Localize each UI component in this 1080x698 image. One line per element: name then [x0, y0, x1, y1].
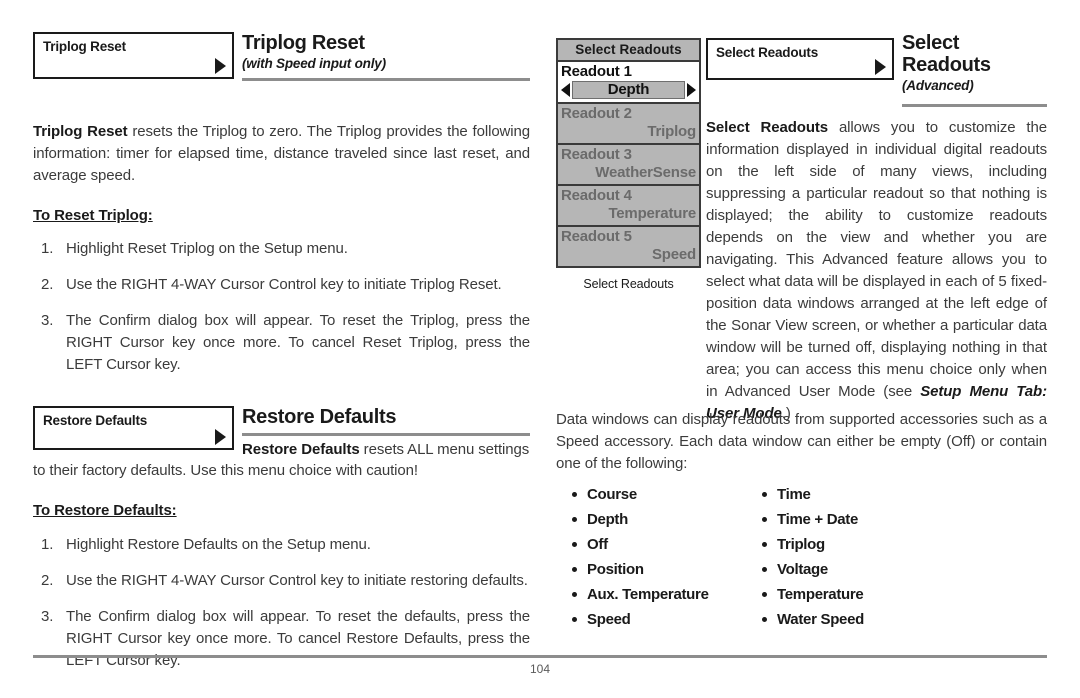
select-readouts-heading-group: Select Readouts (Advanced) — [902, 32, 1047, 94]
step-text: The Confirm dialog box will appear. To r… — [66, 312, 530, 373]
triplog-reset-heading-group: Triplog Reset (with Speed input only) — [242, 32, 530, 81]
para1-bold-lead: Select Readouts — [706, 119, 829, 136]
lcd-readout-row-3[interactable]: Readout 3 WeatherSense — [558, 145, 699, 186]
lcd-readout-row-4[interactable]: Readout 4 Temperature — [558, 186, 699, 227]
left-column: Triplog Reset Triplog Reset (with Speed … — [33, 32, 530, 672]
restore-defaults-heading-group: Restore Defaults Restore Defaults resets… — [242, 406, 530, 461]
section-subheading: (Advanced) — [902, 78, 974, 93]
menu-box-label: Select Readouts — [716, 45, 819, 60]
select-readouts-lcd-figure: Select Readouts Readout 1 Depth Readout … — [556, 38, 701, 291]
list-item: Water Speed — [760, 607, 950, 632]
step-text: Use the RIGHT 4-WAY Cursor Control key t… — [66, 572, 528, 589]
menu-box-label: Restore Defaults — [43, 413, 148, 428]
chevron-right-icon[interactable] — [687, 83, 696, 97]
lcd-readout-value: Temperature — [608, 205, 696, 222]
select-readouts-header: Select Readouts Select Readouts (Advance… — [706, 32, 1047, 104]
restore-defaults-intro-rest: to their factory defaults. Use this menu… — [33, 460, 530, 482]
select-readouts-paragraph-2: Data windows can display readouts from s… — [556, 409, 1047, 475]
list-item: Temperature — [760, 582, 950, 607]
step-text: Highlight Restore Defaults on the Setup … — [66, 536, 371, 553]
chevron-right-icon — [215, 58, 226, 74]
lcd-title: Select Readouts — [558, 40, 699, 62]
heading-divider — [242, 433, 530, 436]
step-text: The Confirm dialog box will appear. To r… — [66, 608, 530, 669]
intro-bold-lead: Restore Defaults — [242, 441, 360, 458]
lcd-readout-value: Depth — [572, 81, 685, 99]
list-item: 2. Use the RIGHT 4-WAY Cursor Control ke… — [33, 274, 530, 296]
list-item: Speed — [570, 607, 760, 632]
to-restore-defaults-title: To Restore Defaults: — [33, 502, 177, 519]
select-readouts-paragraph-1: Select Readouts allows you to customize … — [706, 117, 1047, 425]
chevron-left-icon[interactable] — [561, 83, 570, 97]
intro-bold-lead: Triplog Reset — [33, 123, 128, 140]
lcd-readout-value: Triplog — [647, 123, 696, 140]
list-item: 3. The Confirm dialog box will appear. T… — [33, 310, 530, 376]
section-heading-line1: Select — [902, 32, 960, 54]
to-reset-triplog-title: To Reset Triplog: — [33, 207, 153, 224]
page-number: 104 — [529, 662, 551, 676]
list-item: Depth — [570, 507, 760, 532]
lcd-readout-value: WeatherSense — [595, 164, 696, 181]
list-item: Triplog — [760, 532, 950, 557]
list-item: Off — [570, 532, 760, 557]
lcd-readout-slider[interactable]: Depth — [561, 81, 696, 100]
list-item: 2. Use the RIGHT 4-WAY Cursor Control ke… — [33, 570, 530, 592]
step-number: 1. — [41, 240, 54, 257]
heading-divider — [242, 78, 530, 81]
readout-options-column-1: Course Depth Off Position Aux. Temperatu… — [570, 482, 760, 632]
select-readouts-menu-box[interactable]: Select Readouts — [706, 38, 894, 80]
para2-text: Data windows can display readouts from s… — [556, 411, 1047, 472]
lcd-readout-label: Readout 4 — [561, 187, 632, 204]
lcd-figure-caption: Select Readouts — [583, 277, 674, 291]
chevron-right-icon — [875, 59, 886, 75]
triplog-reset-menu-box[interactable]: Triplog Reset — [33, 32, 234, 79]
chevron-right-icon — [215, 429, 226, 445]
lcd-readout-row-5[interactable]: Readout 5 Speed — [558, 227, 699, 266]
menu-box-label: Triplog Reset — [43, 39, 126, 54]
step-number: 3. — [41, 608, 54, 625]
footer-divider — [33, 655, 1047, 658]
select-readouts-heading-divider — [902, 104, 1047, 107]
lcd-readout-label: Readout 1 — [561, 63, 632, 80]
lcd-readout-label: Readout 5 — [561, 228, 632, 245]
list-item: Time — [760, 482, 950, 507]
lcd-readout-label: Readout 3 — [561, 146, 632, 163]
restore-defaults-intro-first-line: Restore Defaults resets ALL menu setting… — [242, 439, 530, 461]
intro-rest-head: resets ALL menu settings — [359, 441, 530, 458]
section-heading-line2: Readouts — [902, 54, 991, 76]
to-reset-triplog-steps: 1. Highlight Reset Triplog on the Setup … — [33, 238, 530, 376]
step-text: Highlight Reset Triplog on the Setup men… — [66, 240, 348, 257]
list-item: Voltage — [760, 557, 950, 582]
step-number: 1. — [41, 536, 54, 553]
to-restore-defaults-steps: 1. Highlight Restore Defaults on the Set… — [33, 534, 530, 672]
intro-rest-tail: to their factory defaults. Use this menu… — [33, 462, 418, 479]
readout-options-lists: Course Depth Off Position Aux. Temperatu… — [570, 482, 1047, 632]
list-item: Position — [570, 557, 760, 582]
para1-rest: allows you to customize the information … — [706, 119, 1047, 400]
restore-defaults-header: Restore Defaults Restore Defaults Restor… — [33, 406, 530, 460]
triplog-reset-header: Triplog Reset Triplog Reset (with Speed … — [33, 32, 530, 90]
section-heading: Triplog Reset — [242, 32, 365, 54]
lcd-readout-row-2[interactable]: Readout 2 Triplog — [558, 104, 699, 145]
restore-defaults-menu-box[interactable]: Restore Defaults — [33, 406, 234, 450]
lcd-screen[interactable]: Select Readouts Readout 1 Depth Readout … — [556, 38, 701, 268]
list-item: Time + Date — [760, 507, 950, 532]
list-item: 1. Highlight Restore Defaults on the Set… — [33, 534, 530, 556]
step-number: 3. — [41, 312, 54, 329]
section-subheading: (with Speed input only) — [242, 56, 386, 71]
list-item: Aux. Temperature — [570, 582, 760, 607]
list-item: Course — [570, 482, 760, 507]
step-number: 2. — [41, 572, 54, 589]
lcd-readout-label: Readout 2 — [561, 105, 632, 122]
document-page: Triplog Reset Triplog Reset (with Speed … — [0, 0, 1080, 698]
readout-options-column-2: Time Time + Date Triplog Voltage Tempera… — [760, 482, 950, 632]
lcd-readout-value: Speed — [651, 246, 696, 263]
list-item: 1. Highlight Reset Triplog on the Setup … — [33, 238, 530, 260]
lcd-readout-row-1[interactable]: Readout 1 Depth — [558, 62, 699, 104]
step-number: 2. — [41, 276, 54, 293]
step-text: Use the RIGHT 4-WAY Cursor Control key t… — [66, 276, 502, 293]
triplog-reset-intro: Triplog Reset resets the Triplog to zero… — [33, 121, 530, 187]
section-heading: Restore Defaults — [242, 406, 397, 428]
